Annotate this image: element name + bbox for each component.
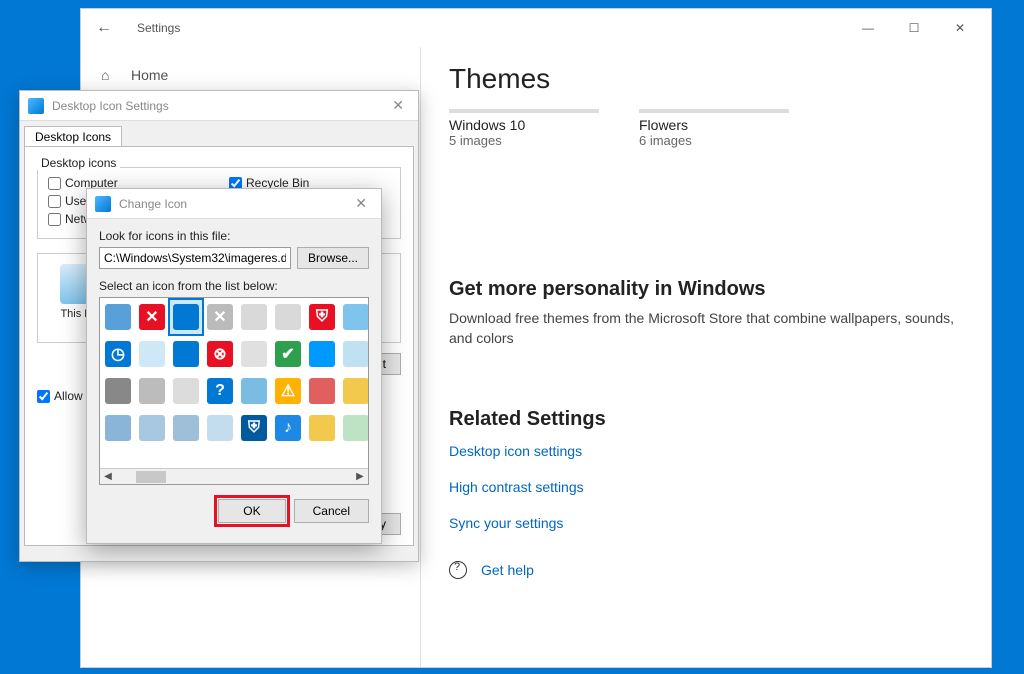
page-title: Themes xyxy=(449,63,963,95)
maximize-button[interactable]: ☐ xyxy=(891,13,937,43)
icon-scrollbar[interactable]: ◀ ▶ xyxy=(100,468,368,484)
icon-option[interactable]: ⛨ xyxy=(306,300,338,334)
scroll-track[interactable] xyxy=(116,470,352,484)
link-sync-settings[interactable]: Sync your settings xyxy=(449,515,963,531)
back-button[interactable]: ← xyxy=(89,19,119,37)
icon-option[interactable] xyxy=(306,337,338,371)
icon-option[interactable] xyxy=(136,411,168,445)
icon-option[interactable]: ♪ xyxy=(272,411,304,445)
icon-option[interactable] xyxy=(306,374,338,408)
settings-titlebar: ← Settings — ☐ ✕ xyxy=(81,9,991,47)
icon-option[interactable] xyxy=(340,337,369,371)
dis-group-label: Desktop icons xyxy=(37,156,120,170)
theme-thumb xyxy=(639,109,789,113)
icon-option[interactable] xyxy=(238,300,270,334)
dis-close-button[interactable]: ✕ xyxy=(386,97,410,114)
sidebar-item-home[interactable]: ⌂ Home xyxy=(81,61,420,89)
checkbox-user[interactable] xyxy=(48,195,61,208)
theme-row: Windows 10 5 images Flowers 6 images xyxy=(449,109,963,148)
icon-option[interactable] xyxy=(102,374,134,408)
scroll-left-icon[interactable]: ◀ xyxy=(100,471,116,482)
related-heading: Related Settings xyxy=(449,408,963,431)
icon-option[interactable] xyxy=(170,374,202,408)
theme-item-windows10[interactable]: Windows 10 5 images xyxy=(449,109,599,148)
dis-title-icon xyxy=(28,98,44,114)
help-icon xyxy=(449,561,467,579)
icon-option[interactable] xyxy=(170,337,202,371)
checkbox-allow-themes[interactable] xyxy=(37,390,50,403)
icon-option[interactable] xyxy=(136,337,168,371)
icon-option[interactable]: ? xyxy=(204,374,236,408)
theme-item-flowers[interactable]: Flowers 6 images xyxy=(639,109,789,148)
ci-body: Look for icons in this file: Browse... S… xyxy=(87,219,381,533)
theme-thumb xyxy=(449,109,599,113)
settings-main: Themes Windows 10 5 images Flowers 6 ima… xyxy=(421,47,991,667)
icon-option[interactable]: ⊗ xyxy=(204,337,236,371)
icon-option[interactable]: ✕ xyxy=(204,300,236,334)
close-button[interactable]: ✕ xyxy=(937,13,983,43)
checkbox-computer[interactable] xyxy=(48,177,61,190)
icon-option[interactable]: ◷ xyxy=(102,337,134,371)
ci-title: Change Icon xyxy=(119,197,349,211)
icon-option[interactable] xyxy=(340,374,369,408)
icon-option[interactable] xyxy=(204,411,236,445)
icon-option[interactable] xyxy=(102,411,134,445)
help-link[interactable]: Get help xyxy=(481,562,534,578)
home-icon: ⌂ xyxy=(101,67,119,83)
link-high-contrast[interactable]: High contrast settings xyxy=(449,479,963,495)
dis-title: Desktop Icon Settings xyxy=(52,99,386,113)
icon-option[interactable] xyxy=(102,300,134,334)
icon-grid: ✕✕⛨◷⊗✔?⚠⛨♪ xyxy=(100,298,368,449)
browse-button[interactable]: Browse... xyxy=(297,247,369,269)
section-more-text: Download free themes from the Microsoft … xyxy=(449,309,963,348)
help-row[interactable]: Get help xyxy=(449,561,963,579)
ci-ok-button[interactable]: OK xyxy=(218,499,285,523)
section-more-heading: Get more personality in Windows xyxy=(449,278,963,301)
theme-name: Windows 10 xyxy=(449,117,599,133)
icon-option[interactable] xyxy=(170,411,202,445)
scroll-right-icon[interactable]: ▶ xyxy=(352,471,368,482)
theme-name: Flowers xyxy=(639,117,789,133)
icon-option[interactable] xyxy=(340,300,369,334)
ci-titlebar: Change Icon ✕ xyxy=(87,189,381,219)
icon-option[interactable] xyxy=(238,374,270,408)
ci-path-row: Browse... xyxy=(99,247,369,269)
ci-look-label: Look for icons in this file: xyxy=(99,229,369,243)
change-icon-dialog: Change Icon ✕ Look for icons in this fil… xyxy=(86,188,382,544)
tab-desktop-icons[interactable]: Desktop Icons xyxy=(24,126,122,147)
icon-option[interactable] xyxy=(340,411,369,445)
ci-title-icon xyxy=(95,196,111,212)
icon-option[interactable]: ⚠ xyxy=(272,374,304,408)
icon-option[interactable] xyxy=(238,337,270,371)
ci-cancel-button[interactable]: Cancel xyxy=(294,499,369,523)
window-controls: — ☐ ✕ xyxy=(845,13,983,43)
icon-option[interactable]: ✔ xyxy=(272,337,304,371)
minimize-button[interactable]: — xyxy=(845,13,891,43)
settings-title: Settings xyxy=(137,21,180,35)
ci-close-button[interactable]: ✕ xyxy=(349,195,373,212)
ci-footer: OK Cancel xyxy=(99,499,369,523)
dis-titlebar: Desktop Icon Settings ✕ xyxy=(20,91,418,121)
icon-option[interactable] xyxy=(306,411,338,445)
icon-grid-wrap: ✕✕⛨◷⊗✔?⚠⛨♪ ◀ ▶ xyxy=(99,297,369,485)
icon-option[interactable]: ✕ xyxy=(136,300,168,334)
icon-option[interactable] xyxy=(272,300,304,334)
icon-path-input[interactable] xyxy=(99,247,291,269)
icon-option[interactable] xyxy=(170,300,202,334)
scroll-thumb[interactable] xyxy=(136,471,166,483)
theme-sub: 5 images xyxy=(449,133,599,148)
link-desktop-icon-settings[interactable]: Desktop icon settings xyxy=(449,443,963,459)
icon-option[interactable] xyxy=(136,374,168,408)
theme-sub: 6 images xyxy=(639,133,789,148)
ci-select-label: Select an icon from the list below: xyxy=(99,279,369,293)
checkbox-network[interactable] xyxy=(48,213,61,226)
icon-option[interactable]: ⛨ xyxy=(238,411,270,445)
home-label: Home xyxy=(131,67,168,83)
